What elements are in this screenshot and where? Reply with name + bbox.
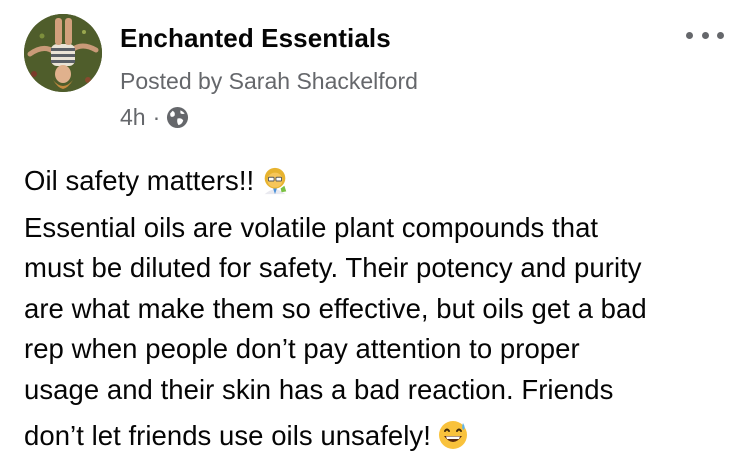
- post-text-line: must be diluted for safety. Their potenc…: [24, 252, 642, 283]
- grinning-sweat-emoji-icon: [437, 419, 469, 463]
- more-dot: [701, 31, 709, 39]
- post-text-line: Essential oils are volatile plant compou…: [24, 211, 599, 243]
- posted-by-label: Posted by Sarah Shackelford: [120, 68, 418, 94]
- page-avatar[interactable]: [24, 14, 102, 92]
- globe-icon: [166, 106, 189, 129]
- post-text-line: usage and their skin has a bad reaction.…: [24, 373, 614, 405]
- post-text-line: rep when people don’t pay attention to p…: [24, 333, 580, 364]
- post-text-line: Oil safety matters!!: [24, 161, 730, 208]
- post-timestamp[interactable]: 4h: [120, 104, 146, 131]
- post-text: Oil safety matters!! Essential oils are …: [24, 161, 730, 463]
- post-text-line: are what make them so effective, but oil…: [24, 292, 647, 324]
- post-text-line-content: don’t let friends use oils unsafely!: [24, 420, 431, 451]
- post-text-line-content: Oil safety matters!!: [24, 165, 255, 196]
- more-options-icon[interactable]: [686, 25, 724, 45]
- woman-scientist-emoji-icon: [260, 166, 290, 208]
- avatar-photo-icon: [24, 14, 102, 92]
- post-text-line: don’t let friends use oils unsafely!: [24, 416, 730, 463]
- more-dot: [717, 31, 724, 39]
- meta-separator: ·: [152, 104, 161, 130]
- post-card: Enchanted Essentials Posted by Sarah Sha…: [0, 0, 750, 464]
- more-dot: [686, 31, 693, 39]
- page-name-link[interactable]: Enchanted Essentials: [120, 23, 391, 54]
- post-meta: 4h ·: [120, 104, 189, 131]
